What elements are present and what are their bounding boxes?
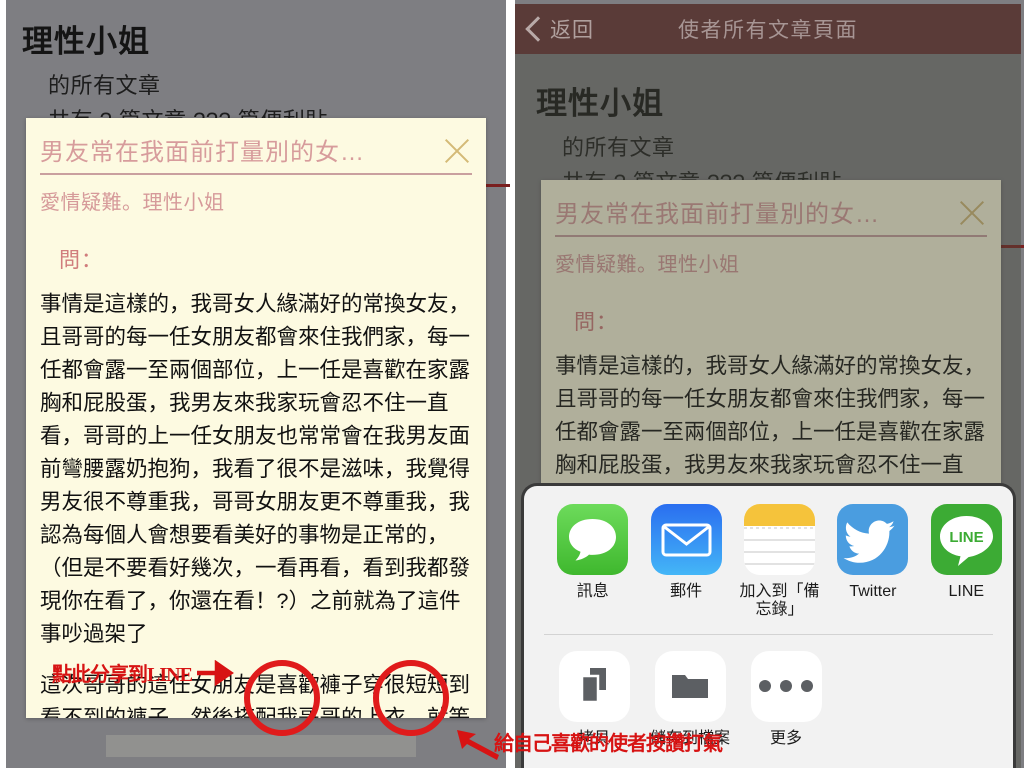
page-author-title-right: 理性小姐	[536, 86, 664, 121]
article-title-right: 男友常在我面前打量別的女…	[555, 201, 880, 228]
article-body: 事情是這樣的，我哥女人緣滿好的常換女友，且哥哥的每一任女朋友都會來住我們家，每一…	[40, 288, 478, 718]
article-category: 愛情疑難。理性小姐	[40, 192, 225, 214]
share-app-label: LINE	[948, 583, 985, 600]
list-divider-right	[998, 245, 1024, 248]
notes-pad-glyph	[744, 504, 816, 575]
share-hint-annotation: 點此分享到LINE	[52, 664, 193, 686]
copy-pages-glyph	[580, 668, 606, 704]
list-divider	[482, 184, 510, 187]
svg-text:LINE: LINE	[949, 529, 983, 546]
share-app-label: 訊息	[576, 583, 609, 600]
share-app-label: 郵件	[670, 583, 703, 600]
like-hint-annotation: 給自己喜歡的使者按讚打氣	[494, 733, 723, 755]
header-divider-right	[555, 235, 987, 237]
article-modal-card: 男友常在我面前打量別的女… 愛情疑難。理性小姐 問： 事情是這樣的，我哥女人緣滿…	[26, 118, 486, 718]
card-header-right: 男友常在我面前打量別的女…	[541, 180, 1001, 236]
share-app-messages[interactable]: 訊息	[546, 504, 639, 620]
card-header: 男友常在我面前打量別的女…	[26, 118, 486, 174]
share-app-notes[interactable]: 加入到「備忘錄」	[733, 504, 826, 620]
panel-edge-left	[512, 0, 515, 768]
share-app-label: Twitter	[849, 583, 897, 600]
line-icon: LINE	[930, 504, 1002, 575]
notes-icon	[744, 504, 816, 575]
line-bubble-glyph: LINE	[939, 516, 993, 566]
more-dots-icon	[750, 650, 822, 722]
share-hint-arrow-icon	[197, 660, 234, 686]
question-label-right: 問：	[574, 311, 618, 334]
question-label: 問：	[59, 249, 103, 272]
twitter-icon	[837, 504, 909, 575]
folder-icon	[654, 650, 726, 722]
share-app-label: 加入到「備忘錄」	[739, 583, 820, 619]
share-action-more[interactable]: 更多	[738, 650, 834, 748]
share-app-line[interactable]: LINE LINE	[920, 504, 1013, 620]
panel-edge	[506, 0, 510, 768]
share-app-mail[interactable]: 郵件	[639, 504, 732, 620]
left-phone-panel: 理性小姐 的所有文章 共有 ? 篇文章 ??? 篇便利貼 男友常在我面前打量別的…	[0, 0, 510, 768]
back-button[interactable]: 返回	[525, 14, 594, 44]
share-apps-row: 訊息 郵件 加入到「備忘錄」 Twitter LINE LINE	[524, 486, 1013, 620]
copy-icon	[558, 650, 630, 722]
article-paragraph-1: 事情是這樣的，我哥女人緣滿好的常換女友，且哥哥的每一任女朋友都會來住我們家，每一…	[40, 292, 471, 646]
article-title: 男友常在我面前打量別的女…	[40, 139, 365, 166]
mail-icon	[650, 504, 722, 575]
ios-share-sheet: 訊息 郵件 加入到「備忘錄」 Twitter LINE LINE 拷貝 儲存到檔…	[521, 483, 1016, 768]
header-divider	[40, 173, 472, 175]
screenshot-root: 理性小姐 的所有文章 共有 ? 篇文章 ??? 篇便利貼 男友常在我面前打量別的…	[0, 0, 1024, 768]
share-app-twitter[interactable]: Twitter	[826, 504, 919, 620]
share-action-label: 更多	[769, 729, 802, 747]
messages-bubble-glyph	[569, 519, 617, 561]
back-label: 返回	[550, 19, 594, 42]
page-author-title: 理性小姐	[22, 24, 150, 59]
bottom-bar-strip	[106, 735, 416, 757]
chevron-left-icon	[525, 16, 551, 42]
close-icon[interactable]	[441, 134, 473, 166]
ellipsis-dots	[759, 680, 813, 693]
twitter-bird-glyph	[844, 520, 896, 563]
share-button-highlight-ring	[244, 660, 320, 736]
messages-icon	[557, 504, 629, 575]
like-button-highlight-ring	[373, 660, 449, 736]
folder-glyph	[672, 675, 708, 699]
article-category-right: 愛情疑難。理性小姐	[555, 254, 740, 276]
mail-envelope-glyph	[661, 523, 712, 557]
navigation-bar: 返回 使者所有文章頁面	[515, 4, 1021, 54]
close-icon-right[interactable]	[956, 196, 988, 228]
page-subtitle: 的所有文章	[48, 73, 161, 98]
page-subtitle-right: 的所有文章	[562, 135, 675, 160]
